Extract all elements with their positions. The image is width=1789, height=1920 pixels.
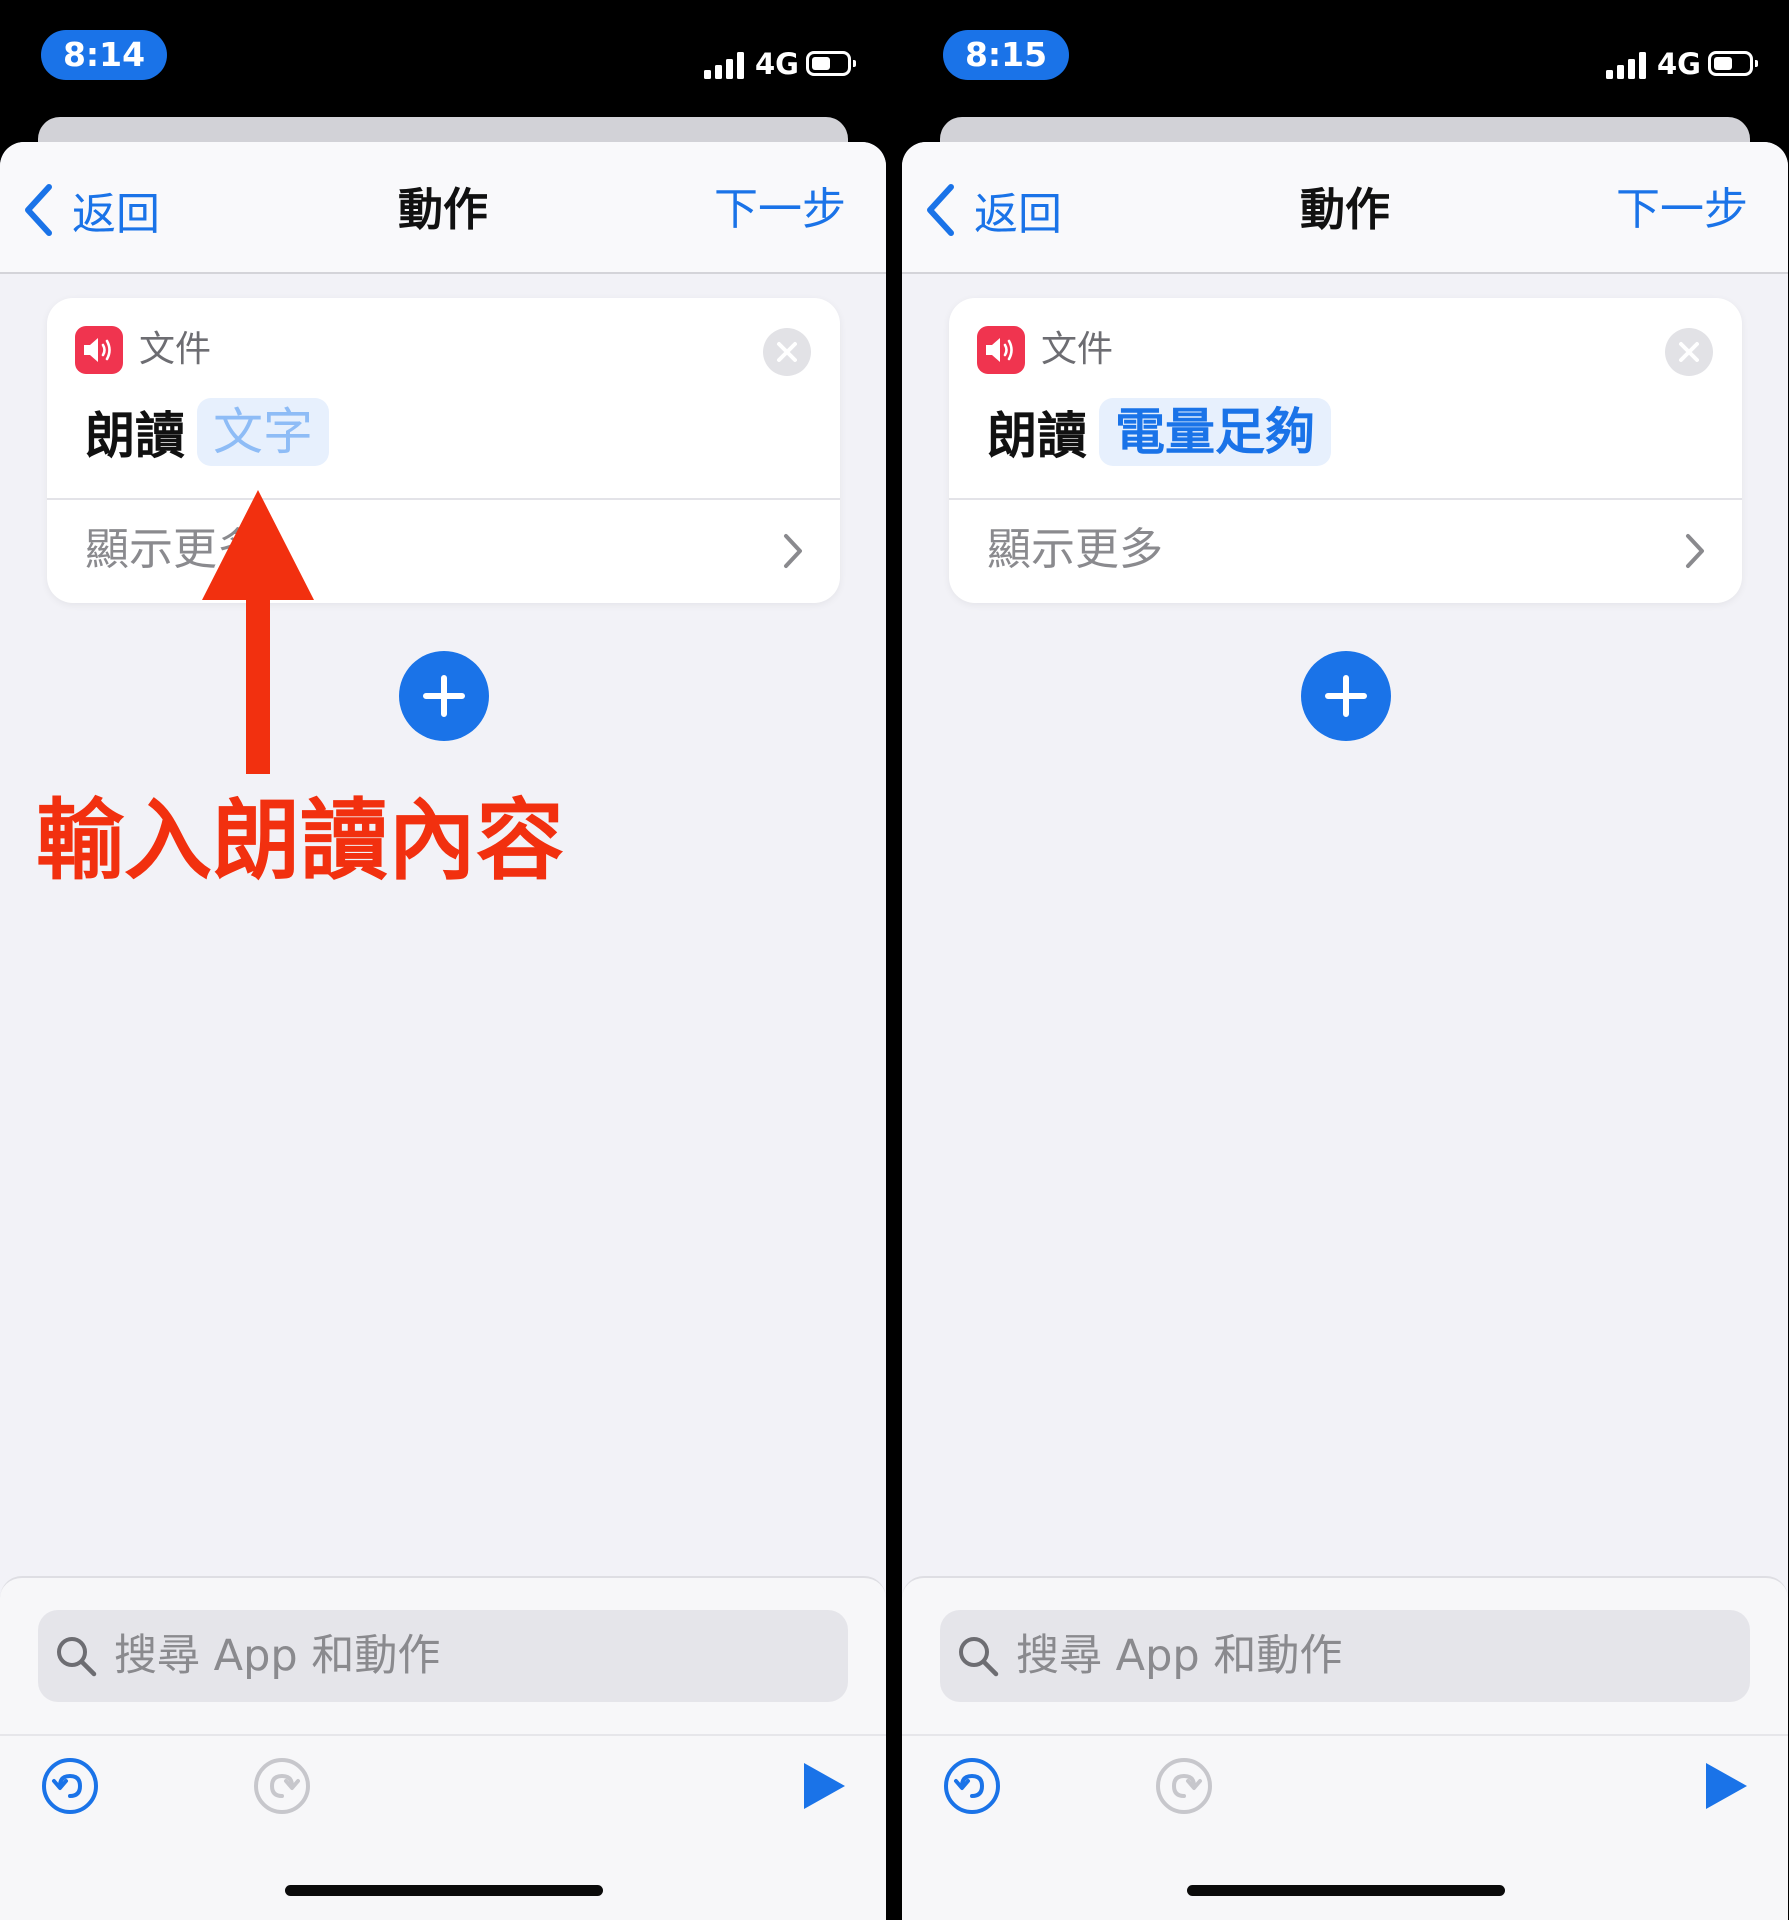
home-indicator (285, 1885, 603, 1896)
battery-icon (806, 51, 856, 76)
search-icon (57, 1637, 97, 1677)
speak-verb: 朗讀 (85, 407, 185, 465)
play-icon[interactable] (800, 1760, 848, 1812)
app-name-label: 文件 (1041, 329, 1114, 370)
actions-sheet: 返回 動作 下一步 文件 朗讀 文字 顯示更多 搜尋 App 和動作 (0, 142, 886, 1920)
show-more-link[interactable]: 顯示更多 (987, 518, 1163, 582)
search-placeholder: 搜尋 App 和動作 (114, 1631, 441, 1681)
navigation-bar: 返回 動作 下一步 (0, 142, 886, 274)
remove-action-button[interactable] (763, 328, 811, 376)
bottom-panel: 搜尋 App 和動作 (0, 1576, 886, 1920)
network-type: 4G (755, 47, 799, 81)
speak-row: 朗讀 文字 (85, 398, 329, 466)
chevron-right-icon (784, 534, 802, 568)
toolbar-divider (0, 1734, 886, 1736)
search-input[interactable]: 搜尋 App 和動作 (940, 1610, 1750, 1702)
status-time: 8:15 (943, 30, 1069, 80)
toolbar-divider (902, 1734, 1788, 1736)
play-icon[interactable] (1702, 1760, 1750, 1812)
add-action-button[interactable] (1301, 651, 1391, 741)
arrow-up-icon (202, 490, 314, 774)
card-divider (949, 498, 1742, 500)
undo-icon[interactable] (40, 1756, 100, 1816)
status-time: 8:14 (41, 30, 167, 80)
plus-icon (423, 675, 465, 717)
actions-sheet: 返回 動作 下一步 文件 朗讀 電量足夠 顯示更多 搜尋 App 和動作 (902, 142, 1788, 1920)
card-divider (47, 498, 840, 500)
battery-icon (1708, 51, 1758, 76)
home-indicator (1187, 1885, 1505, 1896)
speaker-icon (75, 326, 123, 374)
speaker-icon (977, 326, 1025, 374)
navigation-bar: 返回 動作 下一步 (902, 142, 1788, 274)
add-action-button[interactable] (399, 651, 489, 741)
plus-icon (1325, 675, 1367, 717)
redo-icon (1156, 1758, 1212, 1814)
remove-action-button[interactable] (1665, 328, 1713, 376)
redo-icon (254, 1758, 310, 1814)
search-input[interactable]: 搜尋 App 和動作 (38, 1610, 848, 1702)
next-button[interactable]: 下一步 (1616, 180, 1748, 240)
speak-text-action-card: 文件 朗讀 電量足夠 顯示更多 (949, 298, 1742, 603)
undo-icon[interactable] (942, 1756, 1002, 1816)
text-parameter-token[interactable]: 電量足夠 (1099, 398, 1331, 466)
bottom-panel: 搜尋 App 和動作 (902, 1576, 1788, 1920)
speak-row: 朗讀 電量足夠 (987, 398, 1331, 466)
app-name-label: 文件 (139, 329, 212, 370)
close-icon (1679, 342, 1699, 362)
search-placeholder: 搜尋 App 和動作 (1016, 1631, 1343, 1681)
annotation-label: 輸入朗讀內容 (36, 789, 565, 892)
cellular-signal-icon (704, 52, 746, 79)
next-button[interactable]: 下一步 (714, 180, 846, 240)
speak-verb: 朗讀 (987, 407, 1087, 465)
speak-text-action-card: 文件 朗讀 文字 顯示更多 (47, 298, 840, 603)
text-parameter-token[interactable]: 文字 (197, 398, 329, 466)
screenshot-left: 8:14 4G 返回 動作 下一步 文件 朗讀 文字 顯示更多 搜尋 App 和… (0, 0, 886, 1920)
search-icon (959, 1637, 999, 1677)
screenshot-right: 8:15 4G 返回 動作 下一步 文件 朗讀 電量足夠 顯示更多 搜尋 App… (902, 0, 1788, 1920)
close-icon (777, 342, 797, 362)
cellular-signal-icon (1606, 52, 1648, 79)
chevron-right-icon (1686, 534, 1704, 568)
network-type: 4G (1657, 47, 1701, 81)
